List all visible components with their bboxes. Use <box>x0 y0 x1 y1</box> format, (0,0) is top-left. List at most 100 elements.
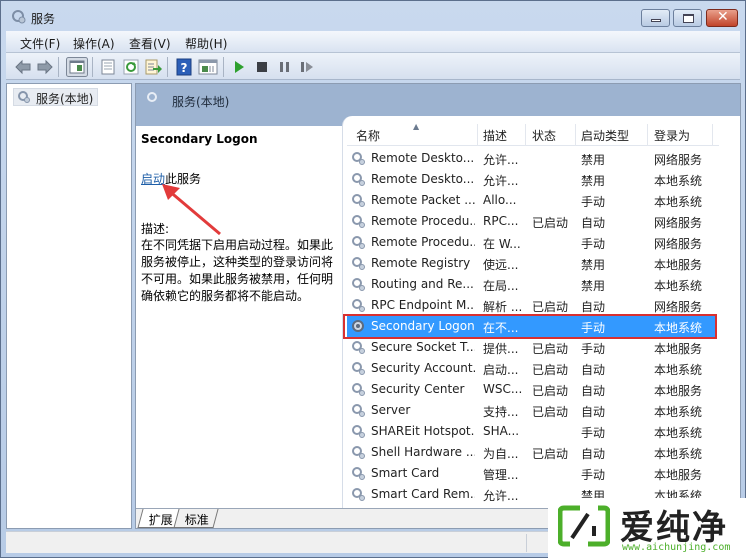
refresh-icon[interactable] <box>122 58 140 76</box>
tab-standard[interactable]: 标准 <box>173 509 219 528</box>
service-row[interactable]: Security Center WSC... 已启动 自动 本地服务 <box>347 379 717 400</box>
service-gear-icon <box>352 362 365 375</box>
start-service-icon[interactable] <box>230 58 248 76</box>
cell-startup: 自动 <box>581 447 606 461</box>
cell-name: Security Account... <box>371 361 475 375</box>
service-row[interactable]: RPC Endpoint M... 解析 ... 已启动 自动 网络服务 <box>347 295 717 316</box>
column-divider[interactable] <box>575 124 576 146</box>
cell-startup: 禁用 <box>581 279 606 293</box>
cell-name: SHAREit Hotspot... <box>371 424 475 438</box>
column-header-logon-as[interactable]: 登录为 <box>654 127 690 146</box>
cell-startup: 手动 <box>581 426 606 440</box>
pause-service-icon[interactable] <box>276 58 294 76</box>
selected-service-name: Secondary Logon <box>141 132 258 146</box>
help-icon[interactable]: ? <box>175 58 193 76</box>
column-divider[interactable] <box>712 124 713 146</box>
cell-name: Smart Card <box>371 466 440 480</box>
column-header-name[interactable]: 名称 <box>356 127 380 146</box>
tree-item-services-local[interactable]: 服务(本地) <box>13 88 99 106</box>
column-divider[interactable] <box>477 124 478 146</box>
service-row[interactable]: Shell Hardware ... 为自... 已启动 自动 本地系统 <box>347 442 717 463</box>
column-header-startup-type[interactable]: 启动类型 <box>581 127 629 146</box>
status-divider <box>526 534 527 552</box>
cell-status: 已启动 <box>532 447 569 461</box>
service-row[interactable]: Secondary Logon 在不... 手动 本地系统 <box>347 316 717 337</box>
restart-service-icon[interactable] <box>298 58 316 76</box>
cell-logon: 本地系统 <box>654 279 703 293</box>
cell-logon: 网络服务 <box>654 216 703 230</box>
close-icon: ✕ <box>717 9 729 25</box>
cell-desc: 在不... <box>483 321 519 335</box>
show-hide-action-pane-icon[interactable] <box>198 58 218 76</box>
column-header-description[interactable]: 描述 <box>483 127 507 146</box>
service-row[interactable]: Secure Socket T... 提供... 已启动 手动 本地服务 <box>347 337 717 358</box>
service-row[interactable]: SHAREit Hotspot... SHA... 手动 本地系统 <box>347 421 717 442</box>
cell-desc: 启动... <box>483 363 519 377</box>
cell-desc: 为自... <box>483 447 519 461</box>
cell-status: 已启动 <box>532 363 569 377</box>
column-divider[interactable] <box>525 124 526 146</box>
show-hide-console-tree-icon[interactable] <box>66 57 88 77</box>
service-row[interactable]: Routing and Re... 在局... 禁用 本地系统 <box>347 274 717 295</box>
cell-logon: 网络服务 <box>654 300 703 314</box>
menu-action[interactable]: 操作(A) <box>73 35 115 52</box>
menu-view[interactable]: 查看(V) <box>129 35 171 52</box>
cell-startup: 自动 <box>581 384 606 398</box>
cell-logon: 本地服务 <box>654 258 703 272</box>
cell-desc: 提供... <box>483 342 519 356</box>
services-pane: 服务(本地) Secondary Logon 启动此服务 描述: 在不同凭据下启… <box>135 83 741 529</box>
service-gear-icon <box>352 446 365 459</box>
watermark: 爱纯净 www.aichunjing.com <box>548 498 746 558</box>
cell-startup: 自动 <box>581 405 606 419</box>
cell-desc: Allo... <box>483 193 517 207</box>
service-row[interactable]: Security Account... 启动... 已启动 自动 本地系统 <box>347 358 717 379</box>
cell-startup: 手动 <box>581 342 606 356</box>
service-row[interactable]: Remote Registry 使远... 禁用 本地服务 <box>347 253 717 274</box>
service-gear-icon <box>352 404 365 417</box>
title-bar[interactable]: 服务 ✕ <box>1 1 745 31</box>
cell-name: Shell Hardware ... <box>371 445 475 459</box>
cell-logon: 本地系统 <box>654 405 703 419</box>
services-gear-icon <box>12 10 26 24</box>
tree-item-label: 服务(本地) <box>36 92 94 106</box>
toolbar-separator <box>92 57 93 77</box>
cell-startup: 禁用 <box>581 174 606 188</box>
cell-logon: 本地服务 <box>654 384 703 398</box>
cell-startup: 手动 <box>581 468 606 482</box>
menu-bar: 文件(F) 操作(A) 查看(V) 帮助(H) <box>6 31 740 53</box>
close-button[interactable]: ✕ <box>706 9 738 27</box>
menu-help[interactable]: 帮助(H) <box>185 35 227 52</box>
cell-status: 已启动 <box>532 216 569 230</box>
description-text: 在不同凭据下启用启动过程。如果此服务被停止，这种类型的登录访问将不可用。如果此服… <box>141 238 334 303</box>
column-header-status[interactable]: 状态 <box>532 127 556 146</box>
cell-startup: 禁用 <box>581 258 606 272</box>
cell-name: Remote Registry <box>371 256 471 270</box>
cell-desc: 在 W... <box>483 237 521 251</box>
export-list-icon[interactable] <box>144 58 162 76</box>
service-row[interactable]: Remote Deskto... 允许... 禁用 本地系统 <box>347 169 717 190</box>
service-gear-icon <box>352 257 365 270</box>
service-row[interactable]: Server 支持... 已启动 自动 本地系统 <box>347 400 717 421</box>
cell-startup: 手动 <box>581 321 606 335</box>
menu-file[interactable]: 文件(F) <box>20 35 60 52</box>
cell-logon: 本地系统 <box>654 195 703 209</box>
forward-icon[interactable] <box>36 58 54 76</box>
service-row[interactable]: Remote Deskto... 允许... 禁用 网络服务 <box>347 148 717 169</box>
cell-name: RPC Endpoint M... <box>371 298 475 312</box>
service-gear-icon <box>352 488 365 501</box>
service-row[interactable]: Remote Procedu... RPC... 已启动 自动 网络服务 <box>347 211 717 232</box>
minimize-button[interactable] <box>641 9 670 27</box>
cell-desc: RPC... <box>483 214 519 228</box>
service-row[interactable]: Remote Procedu... 在 W... 手动 网络服务 <box>347 232 717 253</box>
column-divider[interactable] <box>647 124 648 146</box>
back-icon[interactable] <box>14 58 32 76</box>
cell-name: Remote Procedu... <box>371 235 475 249</box>
service-row[interactable]: Smart Card 管理... 手动 本地服务 <box>347 463 717 484</box>
service-row[interactable]: Remote Packet ... Allo... 手动 本地系统 <box>347 190 717 211</box>
cell-name: Smart Card Rem... <box>371 487 475 501</box>
cell-name: Routing and Re... <box>371 277 474 291</box>
properties-icon[interactable] <box>99 58 117 76</box>
maximize-button[interactable] <box>673 9 702 27</box>
cell-startup: 自动 <box>581 363 606 377</box>
stop-service-icon[interactable] <box>253 58 271 76</box>
